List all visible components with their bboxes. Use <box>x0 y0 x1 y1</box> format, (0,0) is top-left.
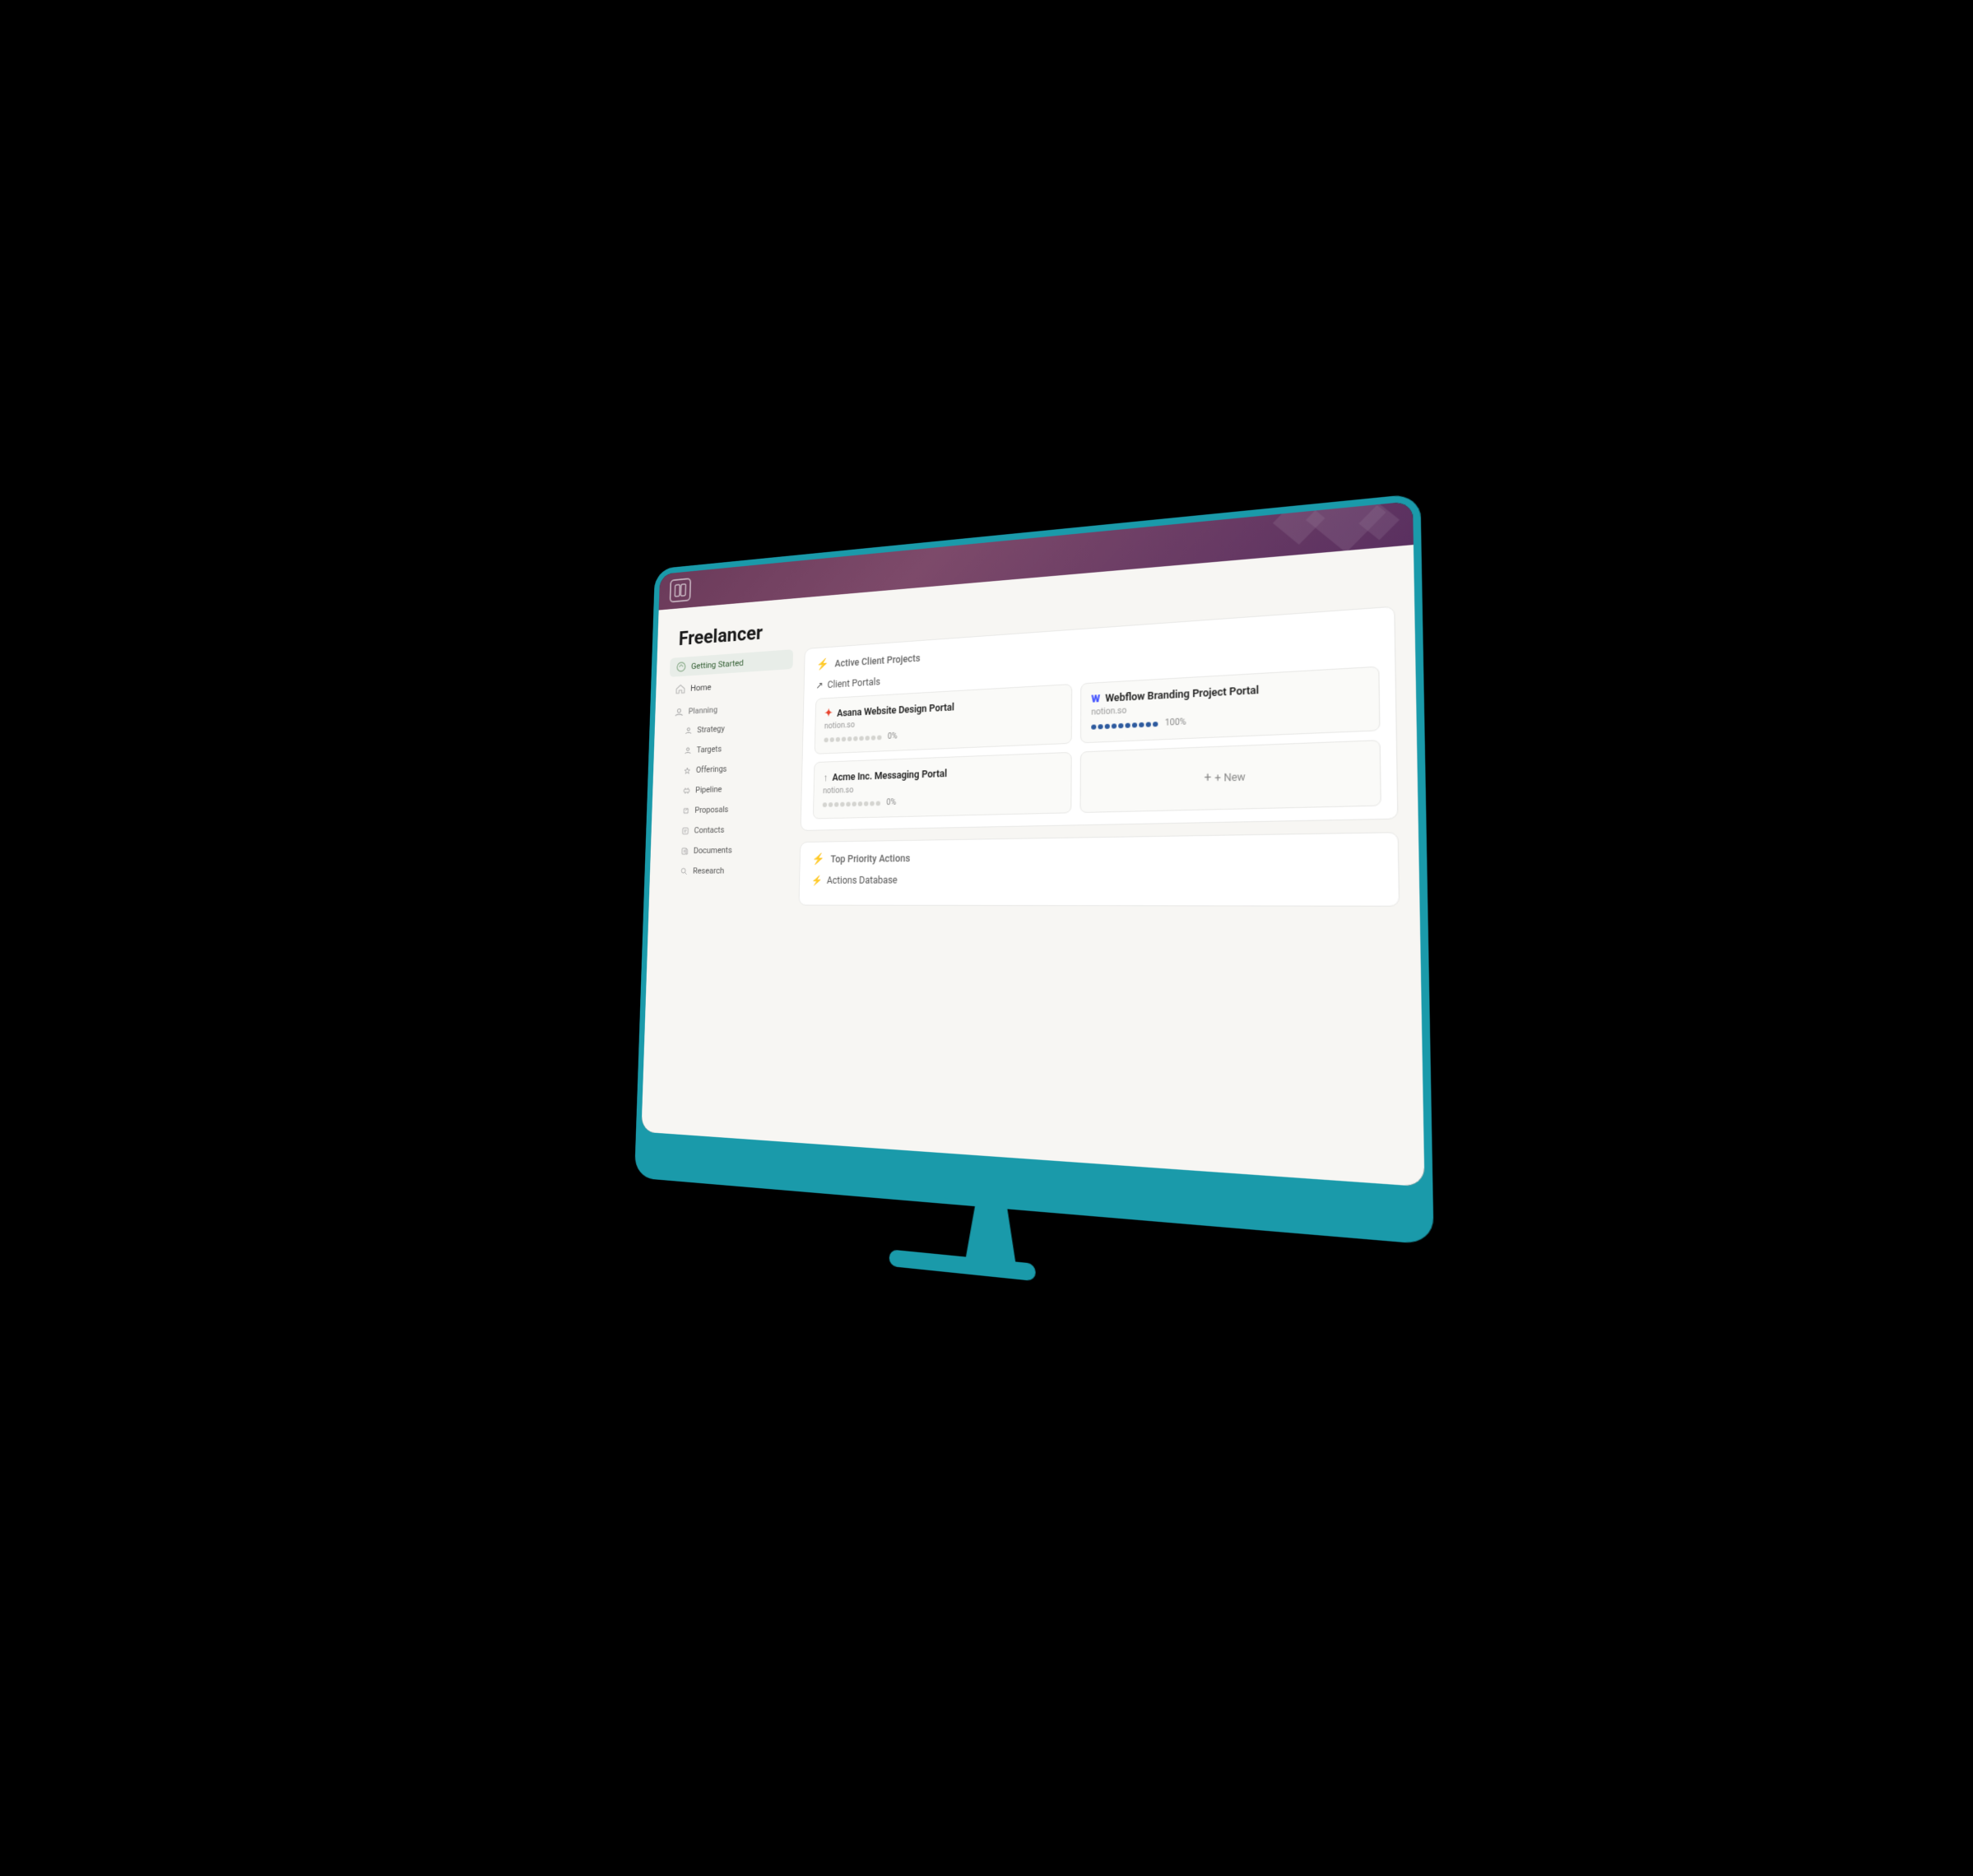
sidebar-item-pipeline[interactable]: Pipeline <box>666 778 790 800</box>
progress-dots-webflow <box>1091 721 1158 729</box>
new-label: + New <box>1214 771 1245 784</box>
monitor-outer: Freelancer Getting Started <box>634 494 1434 1245</box>
wdot-7 <box>1132 722 1137 727</box>
main-content-area: ⚡ Active Client Projects ↗ Client Portal… <box>793 606 1404 1177</box>
wdot-10 <box>1153 721 1158 726</box>
dot-2 <box>830 737 834 742</box>
progress-pct-asana: 0% <box>888 732 898 741</box>
dot-8 <box>865 736 870 741</box>
monitor-chin <box>942 1156 1041 1206</box>
sidebar-item-research[interactable]: Research <box>663 861 788 880</box>
portal-card-acme[interactable]: ↑ Acme Inc. Messaging Portal notion.so <box>813 752 1072 820</box>
actions-db-subheader: ⚡ Actions Database <box>811 871 1382 886</box>
home-label: Home <box>690 681 712 693</box>
getting-started-label: Getting Started <box>691 657 744 671</box>
wdot-3 <box>1105 723 1110 728</box>
top-priority-header: ⚡ Top Priority Actions <box>812 846 1382 866</box>
adot-1 <box>823 802 827 807</box>
dot-9 <box>871 735 876 740</box>
monitor-bezel: Freelancer Getting Started <box>641 501 1424 1186</box>
portal-card-asana[interactable]: ✦ Asana Website Design Portal notion.so <box>815 684 1072 755</box>
monitor-logo-area <box>670 578 692 602</box>
adot-5 <box>846 801 851 806</box>
getting-started-icon <box>676 662 686 672</box>
wdot-4 <box>1112 723 1116 728</box>
client-portals-grid: ✦ Asana Website Design Portal notion.so <box>813 666 1381 820</box>
adot-2 <box>829 802 833 807</box>
adot-3 <box>834 801 838 806</box>
client-portals-label: Client Portals <box>828 676 880 690</box>
arrow-icon: ↗ <box>815 680 823 690</box>
screen-content: Freelancer Getting Started <box>641 545 1424 1186</box>
dot-7 <box>859 736 864 741</box>
wdot-2 <box>1098 724 1103 729</box>
adot-6 <box>852 801 857 806</box>
wdot-8 <box>1139 722 1144 727</box>
adot-10 <box>875 801 880 806</box>
planning-label: Planning <box>689 705 718 717</box>
dot-1 <box>824 737 828 742</box>
wdot-6 <box>1126 722 1130 727</box>
portal-card-new[interactable]: + + New <box>1079 740 1381 813</box>
progress-dots-acme <box>823 801 880 807</box>
offerings-icon <box>684 767 690 774</box>
sidebar-item-offerings[interactable]: Offerings <box>666 758 791 780</box>
contacts-icon <box>682 827 689 834</box>
adot-9 <box>870 801 875 806</box>
active-projects-icon: ⚡ <box>816 658 829 671</box>
research-icon <box>680 867 687 875</box>
acme-icon: ↑ <box>823 772 828 784</box>
dot-6 <box>853 736 858 741</box>
dot-4 <box>842 736 846 741</box>
sidebar-item-targets[interactable]: Targets <box>667 737 792 760</box>
home-icon <box>675 683 685 694</box>
adot-7 <box>858 801 863 806</box>
targets-icon <box>685 746 691 754</box>
priority-icon: ⚡ <box>812 853 825 866</box>
dot-10 <box>877 735 882 740</box>
new-icon: + <box>1204 771 1211 785</box>
pipeline-icon <box>683 787 689 794</box>
wdot-1 <box>1091 724 1096 729</box>
planning-section-label: Planning <box>668 694 792 720</box>
top-priority-card: ⚡ Top Priority Actions ⚡ Actions Databas… <box>799 832 1400 907</box>
strategy-icon <box>685 727 692 734</box>
sidebar-item-strategy[interactable]: Strategy <box>667 717 792 740</box>
wdot-5 <box>1118 722 1123 727</box>
dot-3 <box>836 736 840 741</box>
active-projects-label: Active Client Projects <box>834 652 920 669</box>
progress-pct-webflow: 100% <box>1165 717 1186 727</box>
sidebar-item-proposals[interactable]: Proposals <box>665 799 789 820</box>
adot-4 <box>840 801 844 806</box>
portal-progress-acme: 0% <box>823 793 1061 809</box>
actions-icon: ⚡ <box>811 875 823 885</box>
sidebar-item-contacts[interactable]: Contacts <box>664 820 789 839</box>
dot-5 <box>847 736 852 741</box>
main-layout: Getting Started Home <box>641 605 1424 1187</box>
asana-icon: ✦ <box>824 708 833 719</box>
webflow-icon: W <box>1091 693 1100 705</box>
notion-logo-icon <box>670 578 692 602</box>
progress-dots-asana <box>824 735 881 742</box>
planning-icon <box>675 708 683 717</box>
stand-neck <box>966 1197 1016 1262</box>
portal-card-webflow[interactable]: W Webflow Branding Project Portal notion… <box>1080 666 1381 744</box>
adot-8 <box>864 801 869 806</box>
documents-icon <box>681 847 688 854</box>
progress-pct-acme: 0% <box>886 798 896 807</box>
proposals-icon <box>683 806 689 814</box>
wdot-9 <box>1146 722 1151 727</box>
top-priority-label: Top Priority Actions <box>830 852 910 865</box>
actions-db-label: Actions Database <box>827 875 898 886</box>
sidebar-item-documents[interactable]: Documents <box>664 840 789 859</box>
sidebar: Getting Started Home <box>655 649 793 1134</box>
monitor-wrapper: Freelancer Getting Started <box>534 485 1439 1391</box>
